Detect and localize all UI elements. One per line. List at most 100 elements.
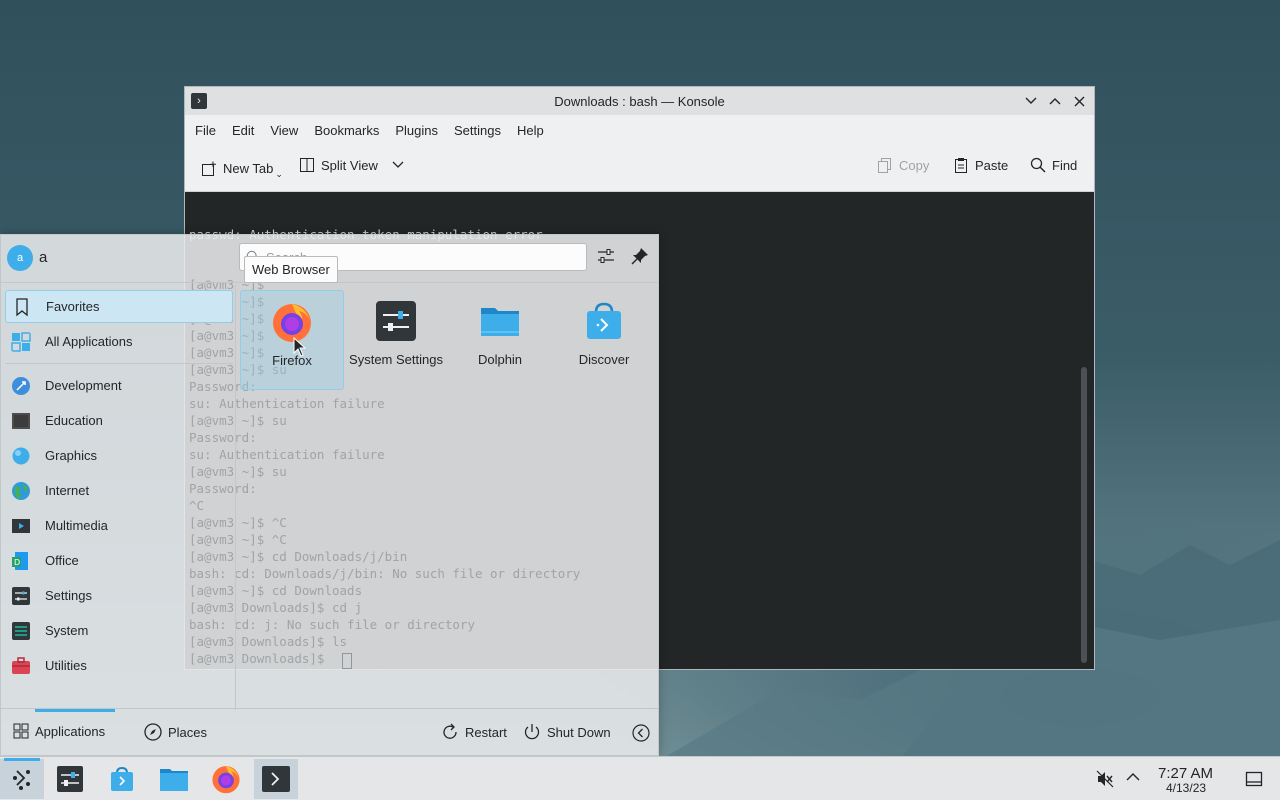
menu-plugins[interactable]: Plugins bbox=[389, 123, 444, 138]
utilities-icon bbox=[12, 656, 30, 674]
new-tab-button[interactable]: New Tab ⌄ bbox=[201, 157, 283, 180]
category-office[interactable]: D Office bbox=[5, 544, 233, 577]
clock-time[interactable]: 7:27 AM bbox=[1158, 765, 1213, 782]
tab-applications[interactable]: Applications bbox=[13, 723, 105, 739]
category-label: Multimedia bbox=[45, 518, 108, 533]
avatar[interactable]: a bbox=[7, 245, 33, 271]
maximize-button[interactable] bbox=[1046, 91, 1064, 111]
application-launcher: [a@vm3 ~]$ [a@vm3 ~]$ [a@vm3 ~]$ [a@vm3 … bbox=[0, 234, 659, 756]
internet-icon bbox=[12, 481, 30, 500]
app-system-settings[interactable]: System Settings bbox=[344, 290, 448, 390]
minimize-button[interactable] bbox=[1022, 91, 1040, 111]
power-icon bbox=[524, 724, 540, 740]
category-internet[interactable]: Internet bbox=[5, 474, 233, 507]
menu-bookmarks[interactable]: Bookmarks bbox=[308, 123, 385, 138]
restart-button[interactable]: Restart bbox=[441, 723, 507, 741]
menu-view[interactable]: View bbox=[264, 123, 304, 138]
chevron-down-icon bbox=[1025, 97, 1037, 104]
app-dolphin[interactable]: Dolphin bbox=[448, 290, 552, 390]
app-discover[interactable]: Discover bbox=[552, 290, 656, 390]
app-label: Discover bbox=[578, 352, 630, 367]
launcher-footer: Applications Places Restart Shut Down bbox=[1, 708, 658, 755]
terminal-line: bash: cd: Downloads/j/bin: No such file … bbox=[189, 566, 581, 581]
category-settings[interactable]: Settings bbox=[5, 579, 233, 612]
paste-button[interactable]: Paste bbox=[953, 157, 1008, 173]
application-launcher-button[interactable] bbox=[0, 758, 44, 799]
category-label: All Applications bbox=[45, 334, 133, 349]
tab-label: Applications bbox=[35, 723, 106, 739]
category-system[interactable]: System bbox=[5, 614, 233, 647]
category-label: Development bbox=[45, 378, 122, 393]
category-all-applications[interactable]: All Applications bbox=[5, 325, 233, 358]
shutdown-button[interactable]: Shut Down bbox=[523, 723, 611, 741]
system-settings-icon bbox=[376, 301, 416, 341]
find-label: Find bbox=[1052, 157, 1078, 173]
taskbar-dolphin[interactable] bbox=[152, 759, 196, 799]
graphics-icon bbox=[12, 447, 30, 464]
taskbar: 7:27 AM 4/13/23 bbox=[0, 756, 1280, 800]
copy-icon bbox=[878, 158, 891, 173]
find-button[interactable]: Find bbox=[1030, 157, 1077, 173]
compass-icon bbox=[144, 723, 162, 741]
category-favorites[interactable]: Favorites bbox=[5, 290, 233, 323]
grid-icon bbox=[13, 723, 29, 739]
taskbar-system-settings[interactable] bbox=[48, 759, 92, 799]
show-desktop-icon[interactable] bbox=[1245, 770, 1263, 788]
dolphin-icon bbox=[481, 308, 519, 336]
close-button[interactable] bbox=[1070, 91, 1088, 111]
category-label: Education bbox=[45, 413, 103, 428]
clock-date[interactable]: 4/13/23 bbox=[1166, 781, 1206, 795]
category-label: Graphics bbox=[45, 448, 98, 463]
kde-launcher-icon bbox=[13, 770, 30, 790]
window-titlebar[interactable]: › Downloads : bash — Konsole bbox=[185, 87, 1094, 115]
restart-icon bbox=[443, 723, 457, 739]
app-label: Firefox bbox=[272, 353, 312, 368]
split-view-icon bbox=[300, 158, 314, 172]
tooltip: Web Browser bbox=[244, 256, 338, 283]
new-tab-label: New Tab bbox=[223, 161, 274, 176]
category-label: System bbox=[45, 623, 89, 638]
new-tab-icon bbox=[202, 161, 216, 176]
firefox-icon bbox=[212, 766, 240, 794]
menu-file[interactable]: File bbox=[189, 123, 222, 138]
category-multimedia[interactable]: Multimedia bbox=[5, 509, 233, 542]
category-label: Favorites bbox=[46, 299, 100, 314]
copy-button[interactable]: Copy bbox=[877, 157, 929, 173]
menu-settings[interactable]: Settings bbox=[448, 123, 507, 138]
terminal-cursor bbox=[342, 653, 352, 669]
app-label: System Settings bbox=[349, 352, 443, 367]
chevron-up-icon bbox=[1049, 98, 1061, 105]
category-utilities[interactable]: Utilities bbox=[5, 649, 233, 682]
paste-icon bbox=[955, 158, 967, 173]
category-label: Utilities bbox=[45, 658, 87, 673]
grid-icon bbox=[11, 331, 31, 352]
tab-label: Places bbox=[168, 724, 208, 740]
close-icon bbox=[1074, 96, 1084, 106]
chevron-up-icon[interactable] bbox=[1126, 772, 1140, 782]
discover-icon bbox=[587, 302, 621, 339]
mouse-cursor-icon bbox=[293, 337, 307, 357]
menu-help[interactable]: Help bbox=[511, 123, 550, 138]
volume-muted-icon[interactable] bbox=[1096, 770, 1114, 788]
split-view-button[interactable]: Split View bbox=[299, 157, 404, 173]
leave-options-icon[interactable] bbox=[632, 724, 650, 742]
category-label: Office bbox=[45, 553, 79, 568]
taskbar-discover[interactable] bbox=[100, 759, 144, 799]
split-view-label: Split View bbox=[321, 157, 378, 173]
pin-icon[interactable] bbox=[631, 247, 649, 265]
active-tab-indicator bbox=[35, 709, 115, 712]
category-education[interactable]: Education bbox=[5, 404, 233, 437]
taskbar-konsole[interactable] bbox=[254, 759, 298, 799]
terminal-scrollbar[interactable] bbox=[1081, 367, 1087, 663]
multimedia-icon bbox=[12, 518, 30, 533]
menu-edit[interactable]: Edit bbox=[226, 123, 260, 138]
konsole-app-icon[interactable]: › bbox=[191, 93, 207, 109]
taskbar-firefox[interactable] bbox=[204, 759, 248, 799]
category-graphics[interactable]: Graphics bbox=[5, 439, 233, 472]
tab-places[interactable]: Places bbox=[144, 723, 207, 741]
category-development[interactable]: Development bbox=[5, 369, 233, 402]
configure-icon[interactable] bbox=[597, 247, 615, 265]
app-firefox[interactable]: Firefox bbox=[240, 290, 344, 390]
active-indicator bbox=[4, 758, 40, 761]
discover-icon bbox=[111, 766, 133, 791]
